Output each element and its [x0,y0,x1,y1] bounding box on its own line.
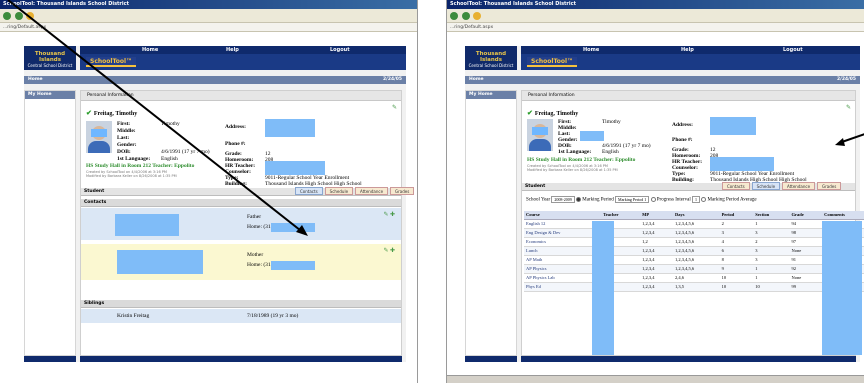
left-browser-window: SchoolTool: Thousand Islands School Dist… [0,0,418,383]
annotation-arrow [7,0,308,236]
right-browser-window: SchoolTool: Thousand Islands School Dist… [446,0,864,383]
annotation-arrow [835,133,864,146]
